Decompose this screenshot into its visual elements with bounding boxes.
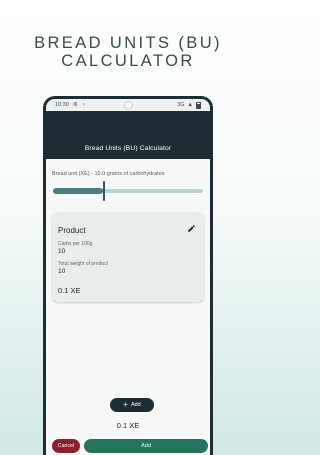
product-title: Product [58, 226, 86, 235]
app-title: Bread Units (BU) Calculator [84, 145, 172, 152]
app-screen: 10:30 ⚙ ◔ 3G ▲ Bread Units (BU) Calculat… [46, 99, 210, 455]
plus-icon: + [123, 400, 128, 409]
battery-icon [196, 101, 201, 109]
weight-value[interactable]: 10 [58, 268, 65, 275]
settings-status-icon: ⚙ [72, 102, 78, 108]
front-camera [123, 100, 133, 110]
add-button[interactable]: Add [84, 439, 208, 453]
product-result: 0.1 XE [58, 286, 81, 295]
promo-title: BREAD UNITS (BU) CALCULATOR [0, 34, 256, 70]
promo-title-line1: BREAD UNITS (BU) [34, 34, 222, 52]
promo-title-line2: CALCULATOR [61, 52, 195, 70]
product-card: Product Carbs per 100g 10 Total weight o… [52, 212, 204, 302]
status-bar: 10:30 ⚙ ◔ 3G ▲ [46, 99, 210, 111]
phone-frame: 10:30 ⚙ ◔ 3G ▲ Bread Units (BU) Calculat… [43, 96, 213, 455]
weight-label: Total weight of product [58, 261, 109, 267]
slider-active-track [53, 188, 103, 194]
carbs-value[interactable]: 10 [58, 248, 65, 255]
carbs-label: Carbs per 100g [58, 241, 93, 247]
network-label: 3G [177, 102, 185, 108]
cancel-button[interactable]: Cancel [52, 439, 80, 453]
add-product-fab[interactable]: + Add [110, 398, 154, 412]
fab-label: Add [130, 402, 141, 408]
edit-icon[interactable] [187, 224, 196, 233]
unit-caption: Bread unit (XE) - 10.0 grams of carbohyd… [52, 171, 165, 177]
slider-thumb[interactable] [103, 181, 105, 201]
status-time: 10:30 [55, 102, 69, 108]
total-result: 0.1 XE [116, 421, 140, 430]
app-bar: Bread Units (BU) Calculator [46, 111, 210, 159]
notification-status-icon: ◔ [81, 102, 86, 108]
carb-unit-slider[interactable] [53, 181, 203, 201]
signal-icon: ▲ [187, 102, 193, 108]
